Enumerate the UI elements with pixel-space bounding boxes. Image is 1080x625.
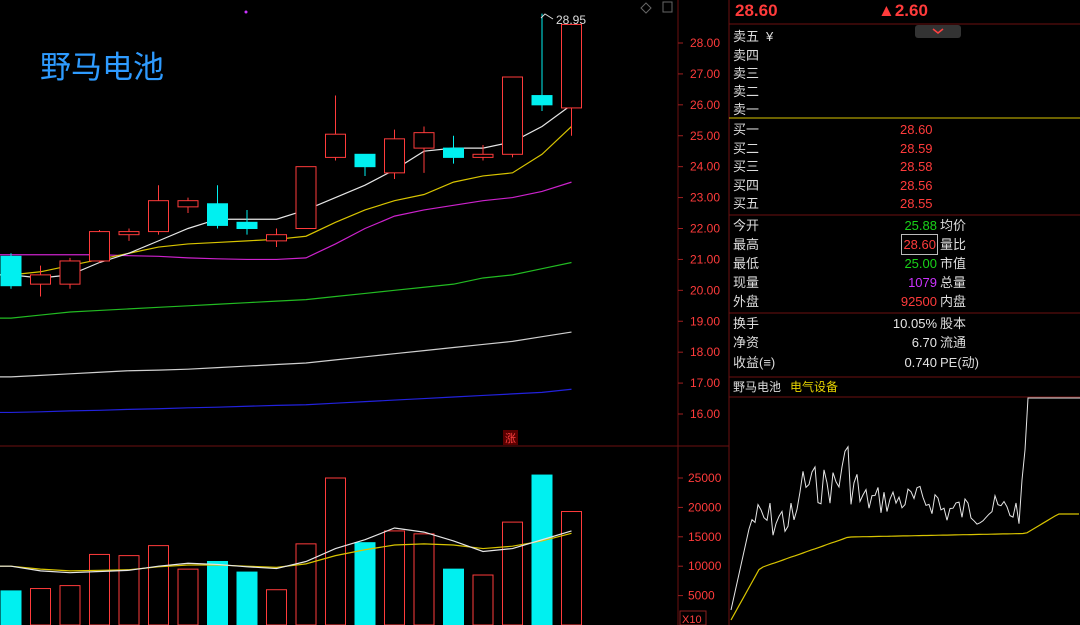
current-volume-label: 现量	[733, 275, 760, 290]
price-tick-label: 18.00	[690, 345, 720, 359]
volume-bar	[354, 542, 376, 625]
low-value: 25.00	[904, 256, 937, 271]
price-tick-label: 24.00	[690, 160, 720, 174]
share-capital-label: 股本	[940, 316, 967, 331]
high-label: 最高	[733, 237, 760, 252]
bid-2-label: 买二	[733, 141, 760, 156]
price-change: ▲2.60	[878, 1, 928, 20]
volume-bar	[443, 568, 464, 625]
outer-volume-value: 92500	[900, 294, 937, 309]
bid-2-price[interactable]: 28.59	[900, 139, 933, 158]
volume-bar	[266, 589, 287, 625]
turnover-value: 10.05%	[892, 316, 937, 331]
volume-ratio-label: 量比	[940, 237, 967, 252]
eps-value: 0.740	[904, 355, 937, 370]
net-assets-value: 6.70	[911, 335, 937, 350]
bid-3-price[interactable]: 28.58	[900, 157, 933, 176]
bid-5-label: 买五	[733, 196, 760, 211]
float-shares-label: 流通	[940, 335, 967, 350]
open-value: 25.88	[904, 218, 937, 233]
net-assets-label: 净资	[733, 335, 760, 350]
ask-5-volume: ¥	[766, 29, 774, 44]
volume-bar	[30, 588, 51, 625]
volume-bar	[472, 574, 494, 625]
avg-price-label: 均价	[940, 218, 967, 233]
ask-5-label: 卖五	[733, 29, 760, 44]
candle	[59, 257, 81, 289]
pe-label: PE(动)	[940, 355, 980, 370]
volume-bar	[118, 555, 140, 625]
inner-volume-label: 内盘	[940, 294, 967, 309]
limit-up-badge-label: 涨	[505, 432, 516, 445]
bid-1-label: 买一	[733, 122, 760, 137]
total-volume-label: 总量	[940, 275, 967, 290]
volume-tick-label: 15000	[688, 530, 722, 544]
ask-3-label: 卖三	[733, 66, 760, 81]
open-label: 今开	[733, 218, 760, 233]
candle	[502, 76, 523, 158]
volume-bar	[177, 568, 199, 625]
current-price: 28.60	[735, 1, 778, 20]
volume-unit: X10	[682, 614, 702, 625]
ask-4-label: 卖四	[733, 48, 760, 63]
candle	[0, 253, 22, 289]
kline-chart[interactable]: 28.00 27.00 26.00 25.00 24.00 23.00 22.00 21.00…	[0, 0, 1080, 625]
outer-volume-label: 外盘	[733, 294, 760, 309]
candle	[89, 230, 110, 263]
price-tick-label: 26.00	[690, 98, 720, 112]
low-label: 最低	[733, 256, 760, 271]
candle	[295, 166, 317, 230]
volume-tick-label: 20000	[688, 500, 722, 514]
volume-bar	[207, 560, 228, 625]
volume-bar	[0, 590, 22, 625]
volume-bar	[148, 545, 169, 625]
volume-bar	[295, 543, 317, 625]
eps-label: 收益(≡)	[733, 355, 776, 370]
price-tick-label: 22.00	[690, 222, 720, 236]
price-tick-label: 17.00	[690, 376, 720, 390]
industry-tag[interactable]: 电气设备	[790, 378, 838, 397]
bid-4-price[interactable]: 28.56	[900, 176, 933, 195]
volume-bar	[413, 533, 435, 625]
volume-tick-label: 25000	[688, 471, 722, 485]
market-cap-label: 市值	[940, 256, 967, 271]
stock-title: 野马电池	[40, 50, 164, 86]
volume-bar	[59, 585, 81, 625]
price-tick-label: 19.00	[690, 314, 720, 328]
volume-bar	[561, 511, 582, 625]
volume-tick-label: 5000	[688, 589, 715, 603]
price-tick-label: 16.00	[690, 407, 720, 421]
volume-bar	[236, 571, 258, 625]
bid-5-price[interactable]: 28.55	[900, 194, 933, 213]
bid-3-label: 买三	[733, 159, 760, 174]
price-tick-label: 21.00	[690, 252, 720, 266]
volume-bar	[89, 553, 110, 625]
volume-tick-label: 10000	[688, 559, 722, 573]
bid-1-price[interactable]: 28.60	[900, 120, 933, 139]
current-volume-value: 1079	[908, 275, 937, 290]
volume-bar	[502, 521, 523, 625]
ask-2-label: 卖二	[733, 84, 760, 99]
ask-1-label: 卖一	[733, 102, 760, 117]
price-tick-label: 23.00	[690, 191, 720, 205]
high-value: 28.60	[901, 234, 938, 255]
marker-dot	[244, 10, 248, 14]
expand-button[interactable]	[915, 25, 961, 38]
high-price-label: 28.95	[556, 13, 586, 27]
price-tick-label: 25.00	[690, 129, 720, 143]
turnover-label: 换手	[733, 316, 760, 331]
price-tick-label: 27.00	[690, 67, 720, 81]
intraday-stock-name: 野马电池	[733, 380, 782, 394]
volume-bar	[531, 474, 553, 625]
price-tick-label: 20.00	[690, 283, 720, 297]
bid-4-label: 买四	[733, 178, 760, 193]
price-tick-label: 28.00	[690, 36, 720, 50]
